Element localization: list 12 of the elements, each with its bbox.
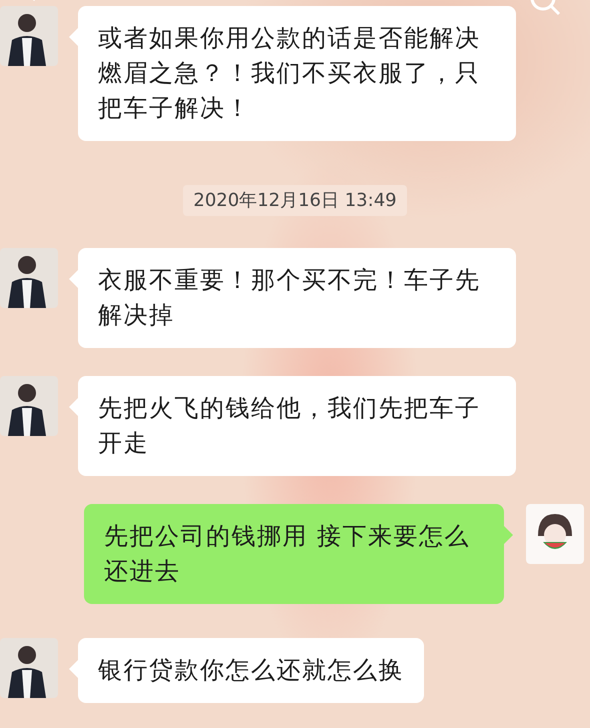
message-bubble: 先把公司的钱挪用 接下来要怎么还进去 [84, 504, 504, 604]
avatar[interactable] [0, 638, 58, 698]
avatar[interactable] [526, 504, 584, 564]
message-bubble: 先把火飞的钱给他，我们先把车子开走 [78, 376, 516, 476]
avatar[interactable] [0, 6, 58, 66]
timestamp: 2020年12月16日 13:49 [183, 185, 407, 216]
message-bubble: 银行贷款你怎么还就怎么换 [78, 638, 424, 703]
avatar[interactable] [0, 248, 58, 308]
bubble-tail [504, 526, 513, 544]
message-bubble: 衣服不重要！那个买不完！车子先解决掉 [78, 248, 516, 348]
avatar[interactable] [0, 376, 58, 436]
message-bubble: 或者如果你用公款的话是否能解决燃眉之急？！我们不买衣服了，只把车子解决！ [78, 6, 516, 141]
